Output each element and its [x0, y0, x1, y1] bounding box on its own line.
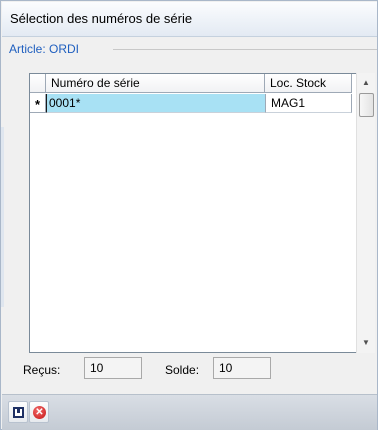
save-button[interactable]: [8, 401, 28, 423]
recus-label: Reçus:: [23, 363, 61, 377]
cancel-button[interactable]: ✕: [29, 401, 49, 423]
row-marker[interactable]: *: [30, 94, 46, 113]
location-cell[interactable]: MAG1: [265, 94, 352, 113]
group-divider: [113, 49, 377, 50]
window-title: Sélection des numéros de série: [10, 11, 193, 26]
solde-label: Solde:: [165, 363, 200, 377]
dialog-window: Sélection des numéros de série Article: …: [0, 0, 378, 430]
row-header-corner: [30, 74, 46, 93]
vertical-scrollbar[interactable]: ▲ ▼: [356, 73, 375, 353]
grid-header: Numéro de série Loc. Stock: [30, 74, 356, 94]
save-icon: [13, 407, 24, 418]
serial-cell[interactable]: 0001*: [46, 94, 265, 113]
scroll-thumb[interactable]: [359, 93, 374, 117]
solde-field: 10: [213, 357, 271, 379]
serial-grid[interactable]: Numéro de série Loc. Stock * 0001* MAG1: [29, 73, 357, 353]
scroll-up-arrow-icon[interactable]: ▲: [357, 75, 375, 91]
cancel-icon: ✕: [33, 406, 46, 419]
left-accent-bar: [1, 127, 4, 307]
column-header-location[interactable]: Loc. Stock: [265, 74, 352, 93]
recus-field: 10: [84, 357, 142, 379]
bottom-toolbar: ✕: [2, 394, 377, 430]
scroll-down-arrow-icon[interactable]: ▼: [357, 335, 375, 351]
title-bar: Sélection des numéros de série: [2, 2, 377, 37]
article-label: Article: ORDI: [9, 42, 86, 56]
column-header-serial[interactable]: Numéro de série: [46, 74, 265, 93]
